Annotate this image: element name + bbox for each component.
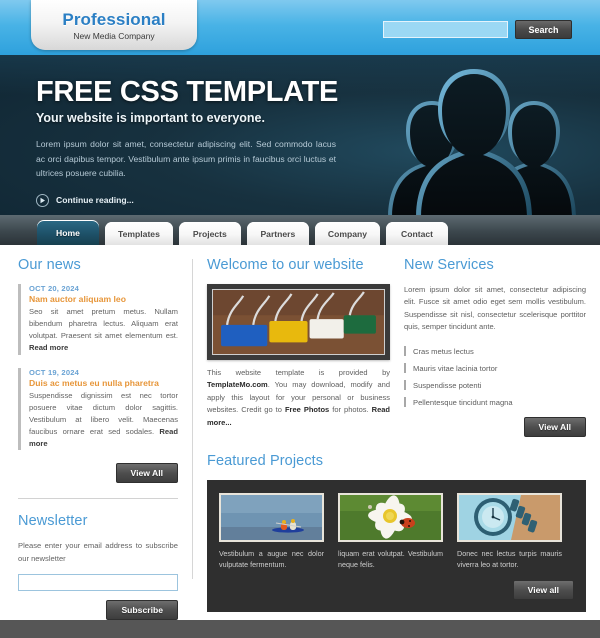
news-item: OCT 20, 2024 Nam auctor aliquam leo Seo … [18, 284, 178, 355]
news-accent-bar [18, 367, 21, 451]
news-body-text: Seo sit amet pretum metus. Nullam bibend… [29, 307, 178, 341]
newsletter-email-input[interactable] [18, 574, 178, 592]
site-header: Professional New Media Company Search [0, 0, 600, 55]
service-list-item[interactable]: Pellentesque tincidunt magna [404, 394, 586, 411]
nav-item-partners[interactable]: Partners [246, 222, 309, 245]
wristwatch-photo [459, 494, 560, 540]
news-read-more-link[interactable]: Read more [29, 343, 68, 352]
news-body-text: Suspendisse dignissim est nec tortor pos… [29, 390, 178, 436]
nav-item-home[interactable]: Home [37, 220, 99, 245]
welcome-photo-frame [207, 284, 390, 360]
main-navigation: Home Templates Projects Partners Company… [0, 215, 600, 245]
newsletter-subscribe-row: Subscribe [18, 600, 178, 621]
news-item: OCT 19, 2024 Duis ac metus eu nulla phar… [18, 367, 178, 451]
featured-photo-frame [219, 492, 324, 542]
service-list-item[interactable]: Mauris vitae lacinia tortor [404, 360, 586, 377]
newsletter-heading: Newsletter [18, 513, 88, 530]
kayak-photo [221, 494, 322, 540]
content-right: Welcome to our website This website temp… [193, 257, 600, 616]
news-text: Suspendisse dignissim est nec tortor pos… [29, 390, 178, 451]
nav-item-company[interactable]: Company [314, 222, 381, 245]
featured-item[interactable]: liquam erat volutpat. Vestibulum neque f… [338, 492, 443, 571]
newsletter-text: Please enter your email address to subsc… [18, 541, 178, 564]
search-form: Search [383, 20, 572, 39]
nav-label: Projects [192, 228, 227, 239]
news-view-all-button[interactable]: View All [115, 463, 178, 484]
nav-item-templates[interactable]: Templates [105, 222, 173, 245]
featured-item[interactable]: Vestibulum a augue nec dolor vulputate f… [219, 492, 324, 571]
continue-reading-label: Continue reading... [56, 195, 134, 206]
nav-label: Partners [260, 228, 296, 239]
welcome-heading: Welcome to our website [207, 257, 364, 273]
service-list-item[interactable]: Cras metus lectus [404, 343, 586, 360]
free-photos-link[interactable]: Free Photos [285, 405, 329, 414]
templatemo-link[interactable]: TemplateMo.com [207, 380, 268, 389]
hero-banner: FREE CSS TEMPLATE Your website is import… [0, 55, 600, 215]
hero-paragraph: Lorem ipsum dolor sit amet, consectetur … [36, 139, 336, 178]
news-text: Seo sit amet pretum metus. Nullam bibend… [29, 306, 178, 355]
hero-subtitle: Your website is important to everyone. [36, 111, 265, 126]
search-input[interactable] [383, 21, 508, 38]
play-circle-icon [36, 193, 49, 207]
services-view-all-button[interactable]: View All [523, 416, 586, 437]
nav-label: Company [327, 228, 368, 239]
search-button[interactable]: Search [515, 20, 572, 39]
nav-label: Contact [401, 228, 434, 239]
subscribe-button[interactable]: Subscribe [106, 600, 178, 621]
featured-photo-frame [338, 492, 443, 542]
featured-view-all-row: View all [219, 579, 574, 600]
page-root: Professional New Media Company Search FR… [0, 0, 600, 638]
featured-projects-section: Featured Projects Vestibulum a augue nec… [207, 453, 586, 612]
news-view-all-row: View All [18, 463, 178, 484]
services-heading: New Services [404, 257, 494, 273]
welcome-text-after: for photos. [329, 405, 372, 415]
news-title[interactable]: Nam auctor aliquam leo [29, 294, 178, 304]
news-heading: Our news [18, 257, 81, 273]
services-paragraph: Lorem ipsum dolor sit amet, consectetur … [404, 285, 586, 332]
people-silhouette-illustration [388, 69, 576, 215]
featured-item[interactable]: Donec nec lectus turpis mauris viverra l… [457, 492, 562, 571]
hero-title: FREE CSS TEMPLATE [36, 76, 339, 108]
services-list: Cras metus lectus Mauris vitae lacinia t… [404, 343, 586, 411]
continue-reading-link[interactable]: Continue reading... [36, 193, 356, 207]
main-content: Our news OCT 20, 2024 Nam auctor aliquam… [0, 245, 600, 637]
news-date: OCT 20, 2024 [29, 284, 80, 293]
featured-caption: Donec nec lectus turpis mauris viverra l… [457, 548, 562, 570]
services-column: New Services Lorem ipsum dolor sit amet,… [404, 257, 586, 437]
welcome-text: This website template is provided by Tem… [207, 367, 390, 429]
binder-clips-photo [212, 289, 385, 355]
ladybug-daisy-photo [340, 494, 441, 540]
featured-caption: Vestibulum a augue nec dolor vulputate f… [219, 548, 324, 570]
nav-label: Templates [118, 228, 160, 239]
welcome-column: Welcome to our website This website temp… [207, 257, 390, 437]
sidebar-left: Our news OCT 20, 2024 Nam auctor aliquam… [0, 257, 192, 637]
featured-photo-frame [457, 492, 562, 542]
featured-caption: liquam erat volutpat. Vestibulum neque f… [338, 548, 443, 570]
services-view-all-row: View All [404, 416, 586, 437]
news-accent-bar [18, 284, 21, 355]
hero-text: FREE CSS TEMPLATE Your website is import… [36, 77, 356, 207]
nav-item-contact[interactable]: Contact [386, 222, 449, 245]
featured-heading: Featured Projects [207, 452, 324, 469]
logo[interactable]: Professional New Media Company [31, 0, 197, 50]
featured-row: Vestibulum a augue nec dolor vulputate f… [219, 492, 574, 571]
logo-subtitle: New Media Company [73, 31, 155, 41]
news-date: OCT 19, 2024 [29, 367, 80, 377]
welcome-text-before: This website template is provided by [207, 368, 390, 377]
footer-bar [0, 620, 600, 638]
logo-title: Professional [62, 10, 166, 29]
divider [18, 498, 178, 500]
featured-view-all-button[interactable]: View all [512, 579, 574, 600]
nav-item-projects[interactable]: Projects [178, 222, 241, 245]
news-title[interactable]: Duis ac metus eu nulla pharetra [29, 378, 178, 388]
service-list-item[interactable]: Suspendisse potenti [404, 377, 586, 394]
nav-label: Home [56, 227, 80, 238]
featured-box: Vestibulum a augue nec dolor vulputate f… [207, 479, 586, 612]
